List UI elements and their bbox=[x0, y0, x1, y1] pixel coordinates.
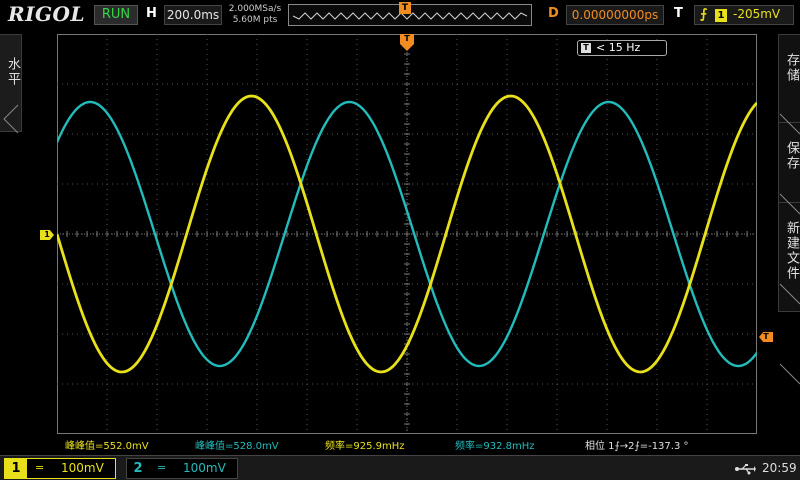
horizontal-menu-tab[interactable]: 水平 bbox=[0, 34, 22, 133]
run-stop-status[interactable]: RUN bbox=[94, 5, 138, 25]
horizontal-label: H bbox=[146, 6, 157, 21]
ch2-vpp-measurement: 峰峰值=528.0mV bbox=[195, 441, 279, 452]
ch2-number: 2 bbox=[127, 459, 149, 478]
measurement-bar: 峰峰值=552.0mV 峰峰值=528.0mV 频率=925.9mHz 频率=9… bbox=[57, 437, 777, 452]
trigger-settings[interactable]: ⨍ 1 -205mV bbox=[694, 5, 794, 25]
ch1-coupling: = bbox=[35, 461, 45, 474]
rising-edge-icon: ⨍ bbox=[700, 7, 708, 22]
menu-dividers bbox=[779, 113, 800, 385]
channel-status-bar: 1 = 100mV 2 = 100mV 20:59 bbox=[0, 455, 800, 480]
sample-rate: 2.000MSa/s bbox=[228, 4, 282, 14]
ch1-offset-marker[interactable]: 1 bbox=[40, 230, 54, 240]
ch1-vpp-measurement: 峰峰值=552.0mV bbox=[65, 441, 149, 452]
horizontal-delay-value[interactable]: 0.00000000ps bbox=[566, 5, 664, 25]
waveform-display[interactable]: T T < 15 Hz bbox=[55, 33, 759, 435]
graticule bbox=[56, 33, 758, 435]
trigger-level-value: -205mV bbox=[733, 7, 781, 21]
ch2-scale: 100mV bbox=[183, 461, 226, 475]
sample-rate-info: 2.000MSa/s 5.60M pts bbox=[226, 4, 284, 26]
memory-depth: 5.60M pts bbox=[232, 15, 278, 25]
timebase-value[interactable]: 200.0ms bbox=[164, 5, 222, 25]
ch1-number: 1 bbox=[5, 459, 27, 478]
ch2-frequency-measurement: 频率=932.8mHz bbox=[455, 441, 535, 452]
trigger-position-marker[interactable]: T bbox=[400, 34, 414, 44]
ch2-coupling: = bbox=[157, 461, 167, 474]
softkey-menu: 存储 保存 新建文件 bbox=[778, 34, 800, 452]
frequency-counter-icon: T bbox=[581, 43, 591, 53]
trigger-level-marker[interactable]: T bbox=[759, 332, 773, 342]
usb-icon bbox=[735, 464, 756, 475]
ch1-settings[interactable]: 1 = 100mV bbox=[4, 458, 116, 479]
phase-measurement: 相位 1⨍→2⨍=-137.3 ° bbox=[585, 441, 689, 452]
memory-overview-waveform bbox=[292, 12, 528, 20]
top-status-bar: RIGOL RUN H 200.0ms 2.000MSa/s 5.60M pts… bbox=[0, 0, 800, 30]
ch1-frequency-measurement: 频率=925.9mHz bbox=[325, 441, 405, 452]
tab-arrow-icon bbox=[3, 104, 19, 133]
memory-trigger-marker: T bbox=[399, 2, 411, 14]
frequency-counter-value: < 15 Hz bbox=[596, 41, 641, 54]
trigger-source-badge: 1 bbox=[715, 9, 727, 22]
ch1-scale: 100mV bbox=[61, 461, 104, 475]
delay-label: D bbox=[548, 6, 559, 21]
system-clock: 20:59 bbox=[762, 461, 797, 475]
waveform-canvas bbox=[55, 33, 759, 435]
frequency-counter: T < 15 Hz bbox=[577, 40, 667, 56]
trigger-position-arrow-icon bbox=[400, 44, 414, 51]
trigger-label: T bbox=[674, 6, 683, 21]
rigol-logo: RIGOL bbox=[8, 2, 86, 26]
ch2-settings[interactable]: 2 = 100mV bbox=[126, 458, 238, 479]
